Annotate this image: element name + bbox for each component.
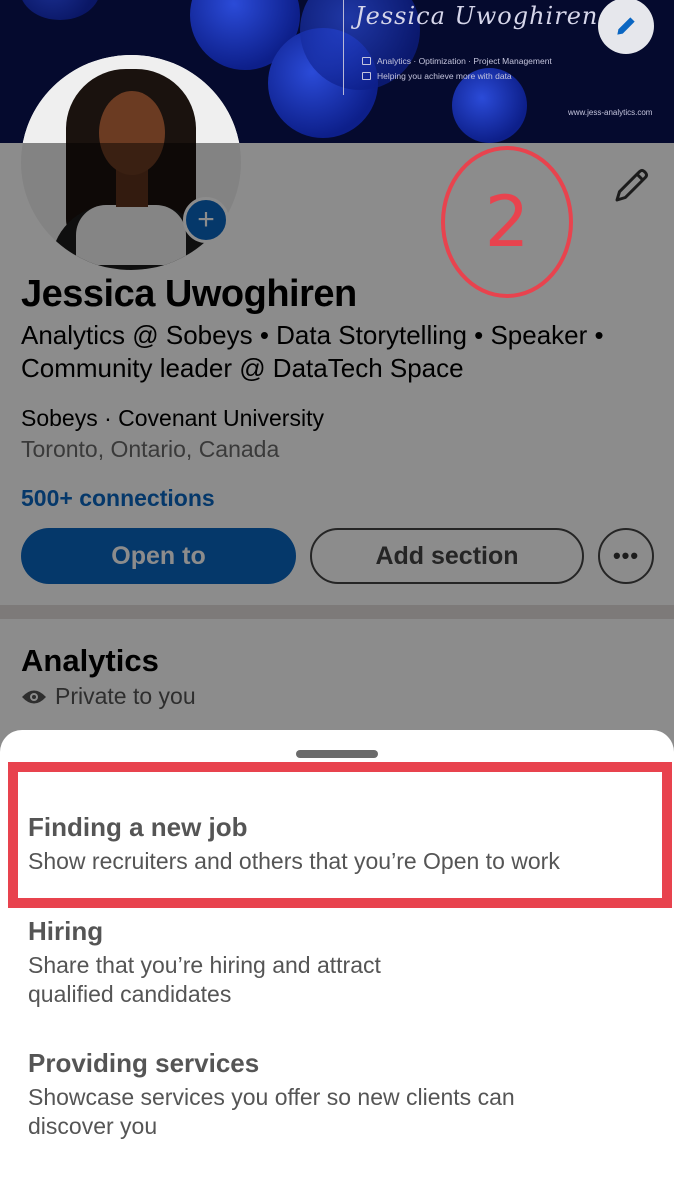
step-annotation: 2 — [441, 146, 573, 298]
step-number: 2 — [484, 181, 530, 263]
option-description: Show recruiters and others that you’re O… — [28, 848, 560, 874]
pencil-icon — [617, 17, 635, 35]
sheet-drag-handle[interactable] — [296, 750, 378, 758]
edit-banner-button[interactable] — [598, 0, 654, 54]
option-providing-services[interactable]: Providing services Showcase services you… — [28, 1048, 588, 1141]
banner-tagline-1: Analytics · Optimization · Project Manag… — [362, 56, 552, 66]
option-title: Providing services — [28, 1048, 260, 1078]
banner-tagline-1-text: Analytics · Optimization · Project Manag… — [377, 56, 552, 66]
banner-tagline-2: Helping you achieve more with data — [362, 71, 512, 81]
option-title: Hiring — [28, 916, 104, 946]
checklist-icon — [362, 72, 371, 80]
option-title: Finding a new job — [28, 812, 248, 842]
option-finding-new-job[interactable]: Finding a new job Show recruiters and ot… — [28, 812, 648, 876]
open-to-bottom-sheet: Finding a new job Show recruiters and ot… — [0, 730, 674, 1200]
option-hiring[interactable]: Hiring Share that you’re hiring and attr… — [28, 916, 448, 1009]
briefcase-icon — [362, 57, 371, 65]
option-description: Share that you’re hiring and attract qua… — [28, 952, 381, 1007]
banner-url: www.jess-analytics.com — [568, 108, 653, 117]
banner-divider — [343, 0, 344, 95]
option-description: Showcase services you offer so new clien… — [28, 1084, 515, 1139]
banner-decoration — [20, 0, 100, 20]
banner-tagline-2-text: Helping you achieve more with data — [377, 71, 512, 81]
banner-name: Jessica Uwoghiren — [355, 2, 599, 30]
